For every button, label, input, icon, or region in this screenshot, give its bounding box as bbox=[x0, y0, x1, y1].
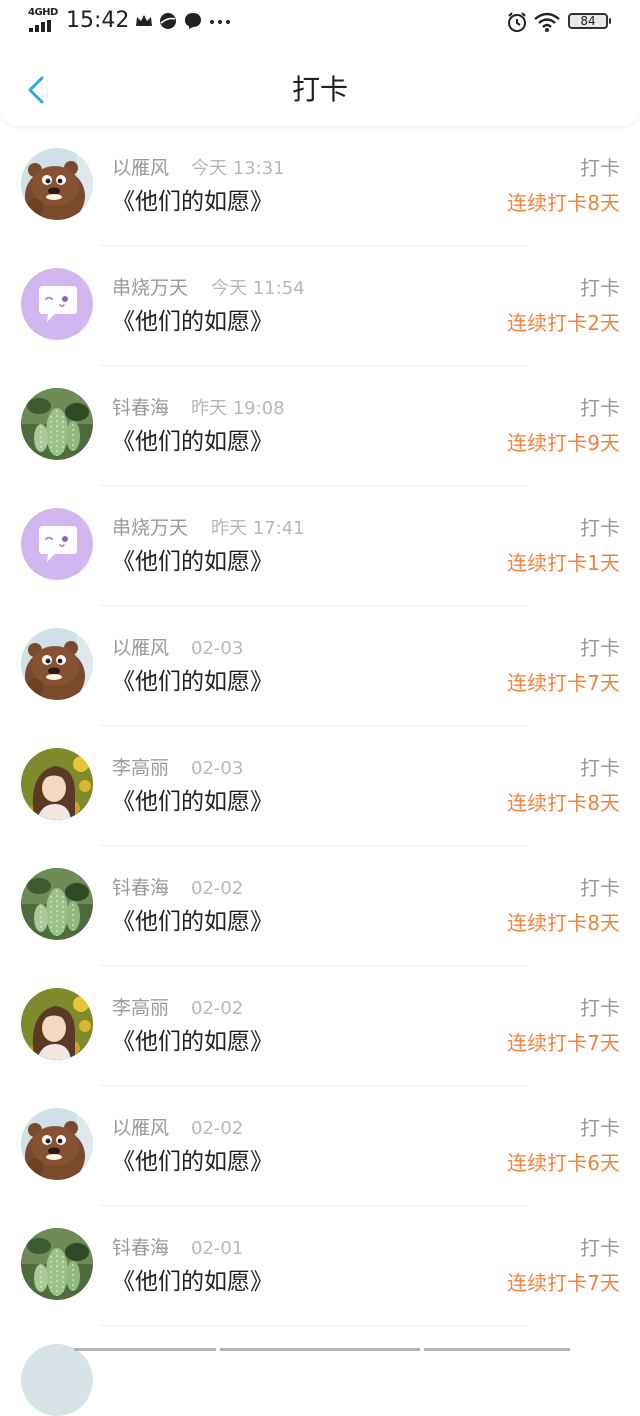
checkin-time: 今天 13:31 bbox=[191, 158, 285, 179]
user-name[interactable]: 李高丽 bbox=[112, 996, 169, 1020]
crown-icon bbox=[134, 11, 154, 31]
header: 4GHD 15:42 84 打卡 bbox=[0, 0, 640, 126]
more-notifications-icon bbox=[208, 11, 230, 31]
avatar-girl-photo-avatar[interactable] bbox=[21, 748, 93, 820]
checkin-type: 打卡 bbox=[580, 996, 620, 1020]
wifi-icon bbox=[534, 11, 560, 32]
checkin-type: 打卡 bbox=[580, 156, 620, 180]
avatar-bear-avatar[interactable] bbox=[21, 148, 93, 220]
checkin-type: 打卡 bbox=[580, 1236, 620, 1260]
checkin-type: 打卡 bbox=[580, 876, 620, 900]
streak-label: 连续打卡9天 bbox=[507, 431, 620, 455]
avatar bbox=[21, 1344, 93, 1416]
streak-label: 连续打卡2天 bbox=[507, 311, 620, 335]
page-title: 打卡 bbox=[291, 73, 348, 106]
list-item[interactable]: 钭春海 昨天 19:08 《他们的如愿》 打卡连续打卡9天 bbox=[0, 366, 640, 486]
checkin-type: 打卡 bbox=[580, 1116, 620, 1140]
browser-icon bbox=[158, 11, 178, 31]
book-title: 《他们的如愿》 bbox=[112, 549, 273, 575]
streak-label: 连续打卡7天 bbox=[507, 1271, 620, 1295]
streak-label: 连续打卡1天 bbox=[507, 551, 620, 575]
battery-icon: 84 bbox=[568, 13, 611, 29]
list-item[interactable]: 李高丽 02-02 《他们的如愿》 打卡连续打卡7天 bbox=[0, 966, 640, 1086]
network-type-label: 4GHD bbox=[28, 7, 58, 18]
avatar-cactus-avatar[interactable] bbox=[21, 868, 93, 940]
streak-label: 连续打卡7天 bbox=[507, 1031, 620, 1055]
avatar-cactus-avatar[interactable] bbox=[21, 1228, 93, 1300]
book-title: 《他们的如愿》 bbox=[112, 909, 273, 935]
user-name[interactable]: 串烧万天 bbox=[112, 516, 188, 540]
checkin-time: 02-01 bbox=[191, 1238, 244, 1259]
alarm-icon bbox=[506, 11, 526, 32]
status-time: 15:42 bbox=[66, 8, 130, 33]
back-button[interactable] bbox=[16, 70, 56, 110]
checkin-type: 打卡 bbox=[580, 516, 620, 540]
avatar-bear-avatar[interactable] bbox=[21, 628, 93, 700]
checkin-type: 打卡 bbox=[580, 756, 620, 780]
book-title: 《他们的如愿》 bbox=[112, 1269, 273, 1295]
checkin-time: 02-03 bbox=[191, 638, 244, 659]
avatar-girl-photo-avatar[interactable] bbox=[21, 988, 93, 1060]
nav-bar: 打卡 bbox=[0, 54, 640, 126]
checkin-time: 02-02 bbox=[191, 1118, 244, 1139]
streak-label: 连续打卡8天 bbox=[507, 191, 620, 215]
message-icon bbox=[183, 11, 203, 31]
list-item[interactable]: 串烧万天 昨天 17:41 《他们的如愿》 打卡连续打卡1天 bbox=[0, 486, 640, 606]
book-title: 《他们的如愿》 bbox=[112, 1149, 273, 1175]
book-title: 《他们的如愿》 bbox=[112, 669, 273, 695]
avatar-chat-bubble-avatar[interactable] bbox=[21, 268, 93, 340]
avatar-chat-bubble-avatar[interactable] bbox=[21, 508, 93, 580]
streak-label: 连续打卡8天 bbox=[507, 791, 620, 815]
checkin-time: 今天 11:54 bbox=[211, 278, 305, 299]
user-name[interactable]: 钭春海 bbox=[112, 396, 169, 420]
book-title: 《他们的如愿》 bbox=[112, 1029, 273, 1055]
user-name[interactable]: 钭春海 bbox=[112, 876, 169, 900]
checkin-type: 打卡 bbox=[580, 396, 620, 420]
status-bar: 4GHD 15:42 84 bbox=[0, 0, 640, 44]
checkin-list: 以雁风 今天 13:31 《他们的如愿》 打卡 连续打卡8天 串烧万天 今天 11:54 《… bbox=[0, 126, 640, 1326]
book-title: 《他们的如愿》 bbox=[112, 789, 273, 815]
list-item-partial bbox=[0, 1326, 640, 1416]
list-item[interactable]: 李高丽 02-03 《他们的如愿》 打卡连续打卡8天 bbox=[0, 726, 640, 846]
avatar-cactus-avatar[interactable] bbox=[21, 388, 93, 460]
streak-label: 连续打卡8天 bbox=[507, 911, 620, 935]
chevron-left-icon bbox=[28, 76, 44, 104]
user-name[interactable]: 以雁风 bbox=[112, 156, 169, 180]
streak-label: 连续打卡6天 bbox=[507, 1151, 620, 1175]
checkin-time: 昨天 19:08 bbox=[191, 398, 285, 419]
book-title: 《他们的如愿》 bbox=[112, 189, 273, 215]
list-item[interactable]: 串烧万天 今天 11:54 《他们的如愿》 打卡连续打卡2天 bbox=[0, 246, 640, 366]
user-name[interactable]: 李高丽 bbox=[112, 756, 169, 780]
list-item[interactable]: 以雁风 今天 13:31 《他们的如愿》 打卡连续打卡8天 bbox=[0, 126, 640, 246]
checkin-time: 昨天 17:41 bbox=[211, 518, 305, 539]
user-name[interactable]: 钭春海 bbox=[112, 1236, 169, 1260]
user-name[interactable]: 串烧万天 bbox=[112, 276, 188, 300]
streak-label: 连续打卡7天 bbox=[507, 671, 620, 695]
checkin-type: 打卡 bbox=[580, 276, 620, 300]
battery-level: 84 bbox=[580, 14, 596, 28]
list-item[interactable]: 钭春海 02-02 《他们的如愿》 打卡连续打卡8天 bbox=[0, 846, 640, 966]
signal-bars-icon bbox=[29, 20, 57, 32]
list-item[interactable]: 以雁风 02-03 《他们的如愿》 打卡连续打卡7天 bbox=[0, 606, 640, 726]
list-item[interactable]: 以雁风 02-02 《他们的如愿》 打卡连续打卡6天 bbox=[0, 1086, 640, 1206]
user-name[interactable]: 以雁风 bbox=[112, 1116, 169, 1140]
avatar-bear-avatar[interactable] bbox=[21, 1108, 93, 1180]
checkin-type: 打卡 bbox=[580, 636, 620, 660]
checkin-time: 02-02 bbox=[191, 878, 244, 899]
checkin-time: 02-02 bbox=[191, 998, 244, 1019]
checkin-time: 02-03 bbox=[191, 758, 244, 779]
list-item[interactable]: 钭春海 02-01 《他们的如愿》 打卡连续打卡7天 bbox=[0, 1206, 640, 1326]
book-title: 《他们的如愿》 bbox=[112, 309, 273, 335]
cellular-signal-icon: 4GHD bbox=[28, 7, 60, 33]
user-name[interactable]: 以雁风 bbox=[112, 636, 169, 660]
book-title: 《他们的如愿》 bbox=[112, 429, 273, 455]
